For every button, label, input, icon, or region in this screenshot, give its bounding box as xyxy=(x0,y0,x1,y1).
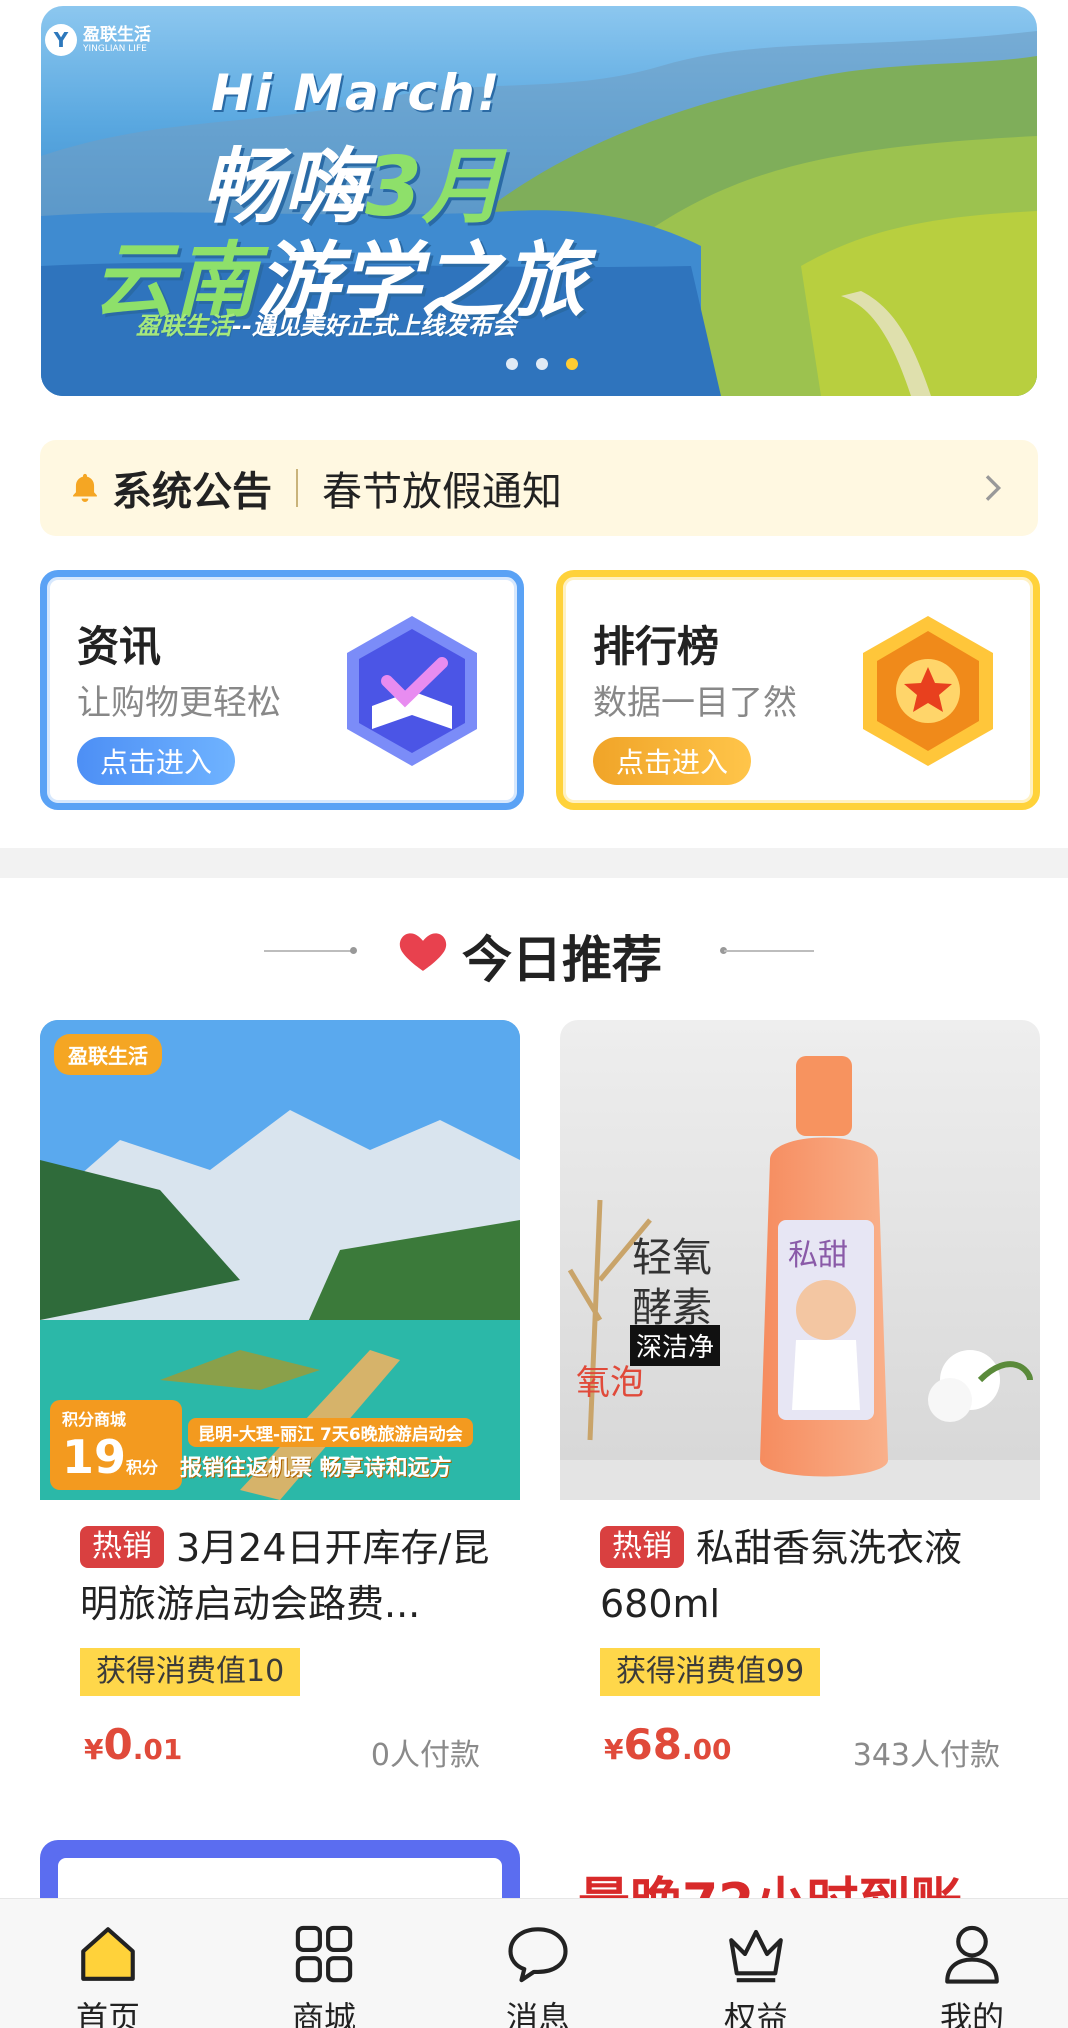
section-title: 今日推荐 xyxy=(462,931,662,989)
news-card[interactable]: 资讯 让购物更轻松 点击进入 xyxy=(40,570,524,810)
star-badge-icon xyxy=(863,616,993,766)
heart-icon xyxy=(399,933,447,971)
image-text-4: 氧泡 xyxy=(576,1363,644,1403)
product-card[interactable]: 轻氧 酵素 深洁净 氧泡 私甜 热销 私甜香氛洗衣液680ml 获得消费值99 ¥… xyxy=(560,1020,1040,1800)
header-dot-left xyxy=(350,947,357,954)
paid-count: 0人付款 xyxy=(370,1738,480,1773)
brand-mark-icon: Y xyxy=(45,24,77,56)
banner-tagline: 盈联生活--遇见美好正式上线发布会 xyxy=(136,306,516,341)
news-card-title: 资讯 xyxy=(77,622,162,671)
home-icon xyxy=(81,1927,135,1981)
ranking-enter-button[interactable]: 点击进入 xyxy=(593,737,751,785)
banner-tagline-text: --遇见美好正式上线发布会 xyxy=(232,312,516,340)
price-decimal: .00 xyxy=(681,1733,732,1766)
tab-messages[interactable]: 消息 xyxy=(468,1899,608,2028)
tab-mine-label: 我的 xyxy=(939,1999,1004,2028)
header-line-left xyxy=(264,950,354,952)
points-badge-number: 19 xyxy=(62,1430,127,1484)
carousel-dot-active[interactable] xyxy=(566,358,578,370)
product-image[interactable]: 盈联生活 积分商城 19积分 昆明-大理-丽江 7天6晚旅游启动会 报销往返机票… xyxy=(40,1020,520,1500)
system-notice-bar[interactable]: 系统公告 春节放假通知 xyxy=(40,440,1038,536)
price-decimal: .01 xyxy=(132,1733,183,1766)
section-divider xyxy=(0,848,1068,878)
tab-mine[interactable]: 我的 xyxy=(902,1899,1042,2028)
points-badge-unit: 积分 xyxy=(126,1458,159,1477)
logo-subtext: YINGLIAN LIFE xyxy=(83,44,147,54)
tab-home-label: 首页 xyxy=(75,1999,140,2028)
bell-icon xyxy=(73,473,97,503)
grid-icon xyxy=(295,1925,353,1983)
ranking-card[interactable]: 排行榜 数据一目了然 点击进入 xyxy=(556,570,1040,810)
price-symbol: ¥ xyxy=(84,1733,104,1766)
header-line-right xyxy=(724,950,814,952)
price-symbol: ¥ xyxy=(604,1733,624,1766)
points-badge-title: 积分商城 xyxy=(62,1410,127,1429)
tab-mall[interactable]: 商城 xyxy=(254,1899,394,2028)
carousel-indicator xyxy=(506,358,578,370)
tab-mall-label: 商城 xyxy=(291,1999,356,2028)
tab-home[interactable]: 首页 xyxy=(38,1899,178,2028)
news-card-subtitle: 让购物更轻松 xyxy=(77,683,281,723)
earn-value-badge: 获得消费值10 xyxy=(80,1648,301,1696)
book-check-icon xyxy=(347,616,477,766)
image-slogan: 报销往返机票 畅享诗和远方 xyxy=(180,1456,452,1481)
paid-count: 343人付款 xyxy=(852,1738,1000,1773)
hero-banner[interactable]: Y 盈联生活 YINGLIAN LIFE Hi March! 畅嗨3月 云南游学… xyxy=(41,6,1037,396)
next-product-card-partial[interactable] xyxy=(40,1840,520,1918)
banner-tagline-brand: 盈联生活 xyxy=(136,312,232,340)
product-title[interactable]: 热销 3月24日开库存/昆明旅游启动会路费... xyxy=(80,1520,500,1632)
points-badge: 积分商城 19积分 xyxy=(50,1400,182,1490)
tab-messages-label: 消息 xyxy=(505,1999,570,2028)
ranking-card-subtitle: 数据一目了然 xyxy=(593,683,797,723)
product-price: ¥0.01 xyxy=(84,1720,182,1769)
price-integer: 0 xyxy=(103,1720,133,1769)
bottle-brand: 私甜 xyxy=(788,1238,848,1273)
ranking-card-title: 排行榜 xyxy=(593,622,720,671)
chevron-right-icon[interactable] xyxy=(972,468,1012,508)
product-price: ¥68.00 xyxy=(604,1720,732,1769)
notice-separator xyxy=(296,469,298,507)
earn-value-badge: 获得消费值99 xyxy=(600,1648,821,1696)
bottom-tab-bar: 首页 商城 消息 权益 我的 xyxy=(0,1898,1068,2028)
carousel-dot[interactable] xyxy=(536,358,548,370)
section-header: 今日推荐 xyxy=(0,910,1068,990)
carousel-dot[interactable] xyxy=(506,358,518,370)
hot-tag: 热销 xyxy=(80,1525,164,1568)
crown-icon xyxy=(729,1929,783,1983)
hot-tag: 热销 xyxy=(600,1525,684,1568)
message-icon xyxy=(508,1927,568,1983)
product-card[interactable]: 盈联生活 积分商城 19积分 昆明-大理-丽江 7天6晚旅游启动会 报销往返机票… xyxy=(40,1020,520,1800)
user-icon xyxy=(945,1925,999,1984)
notice-text[interactable]: 春节放假通知 xyxy=(322,459,972,517)
image-route-text: 昆明-大理-丽江 7天6晚旅游启动会 xyxy=(188,1418,473,1447)
brand-logo: Y 盈联生活 YINGLIAN LIFE xyxy=(45,24,151,56)
tab-benefits-label: 权益 xyxy=(723,1999,788,2028)
banner-headline-en: Hi March! xyxy=(211,64,502,122)
price-integer: 68 xyxy=(623,1720,682,1769)
notice-label: 系统公告 xyxy=(112,469,272,515)
news-enter-button[interactable]: 点击进入 xyxy=(77,737,235,785)
product-image[interactable]: 轻氧 酵素 深洁净 氧泡 私甜 xyxy=(560,1020,1040,1500)
tab-benefits[interactable]: 权益 xyxy=(686,1899,826,2028)
logo-text: 盈联生活 xyxy=(83,25,151,45)
image-logo: 盈联生活 xyxy=(54,1034,162,1075)
product-title[interactable]: 热销 私甜香氛洗衣液680ml xyxy=(600,1520,1020,1632)
